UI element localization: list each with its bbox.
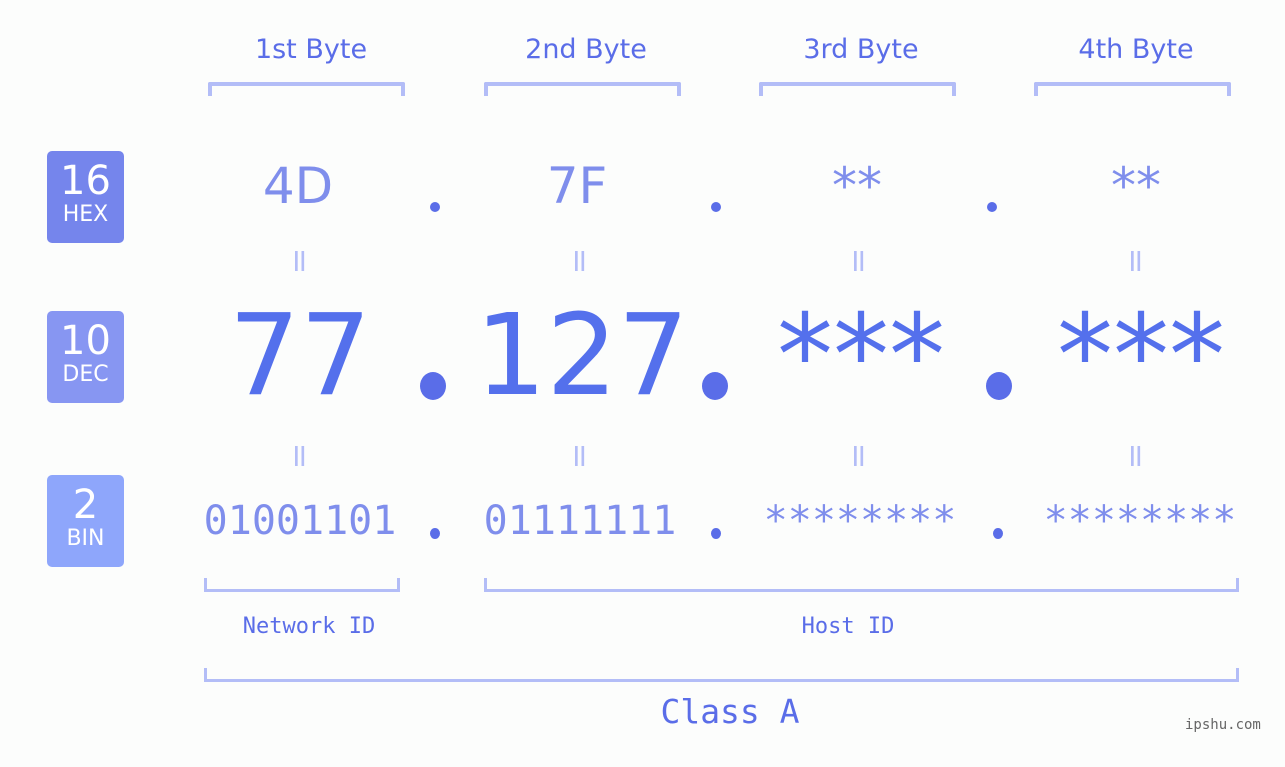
- hex-badge-label: HEX: [62, 202, 109, 227]
- dec-value-1: 77: [228, 291, 372, 421]
- dec-dot-3: [986, 372, 1012, 400]
- bin-value-4: ********: [1043, 498, 1237, 544]
- bin-value-2: 01111111: [483, 498, 677, 544]
- dec-value-2: 127: [475, 291, 689, 421]
- hex-dot-1: [430, 202, 440, 212]
- equals-dec-bin-3: =: [840, 442, 878, 470]
- bin-badge: 2 BIN: [47, 475, 124, 567]
- byte-bracket-1: [208, 82, 405, 96]
- host-id-bracket: [484, 578, 1239, 592]
- hex-value-3: **: [832, 157, 882, 215]
- host-id-label: Host ID: [801, 614, 895, 639]
- hex-badge-number: 16: [60, 158, 111, 204]
- network-id-bracket: [204, 578, 400, 592]
- dec-badge-label: DEC: [62, 362, 109, 387]
- hex-badge: 16 HEX: [47, 151, 124, 243]
- bin-dot-1: [430, 528, 440, 539]
- equals-hex-dec-2: =: [561, 247, 599, 275]
- bin-value-3: ********: [763, 498, 957, 544]
- hex-dot-2: [711, 202, 721, 212]
- equals-dec-bin-2: =: [561, 442, 599, 470]
- dec-badge: 10 DEC: [47, 311, 124, 403]
- byte-bracket-2: [484, 82, 681, 96]
- equals-hex-dec-3: =: [840, 247, 878, 275]
- dec-value-3: ***: [777, 291, 945, 421]
- bin-badge-label: BIN: [66, 526, 105, 551]
- byte-header-4: 4th Byte: [1078, 34, 1194, 65]
- watermark: ipshu.com: [1185, 717, 1261, 733]
- network-id-label: Network ID: [242, 614, 376, 639]
- equals-dec-bin-1: =: [281, 442, 319, 470]
- hex-value-1: 4D: [262, 157, 334, 215]
- equals-hex-dec-1: =: [281, 247, 319, 275]
- byte-header-2: 2nd Byte: [525, 34, 647, 65]
- bin-badge-number: 2: [72, 482, 99, 528]
- hex-value-2: 7F: [546, 157, 608, 215]
- dec-badge-number: 10: [60, 318, 111, 364]
- class-label: Class A: [660, 692, 800, 731]
- dec-value-4: ***: [1057, 291, 1225, 421]
- equals-hex-dec-4: =: [1117, 247, 1155, 275]
- byte-header-1: 1st Byte: [254, 34, 368, 65]
- bin-value-1: 01001101: [203, 498, 397, 544]
- dec-dot-1: [420, 372, 446, 400]
- class-bracket: [204, 668, 1239, 682]
- byte-bracket-4: [1034, 82, 1231, 96]
- hex-dot-3: [987, 202, 997, 212]
- bin-dot-2: [711, 528, 721, 539]
- dec-dot-2: [702, 372, 728, 400]
- byte-header-3: 3rd Byte: [803, 34, 919, 65]
- hex-value-4: **: [1111, 157, 1161, 215]
- byte-bracket-3: [759, 82, 956, 96]
- bin-dot-3: [993, 528, 1003, 539]
- equals-dec-bin-4: =: [1117, 442, 1155, 470]
